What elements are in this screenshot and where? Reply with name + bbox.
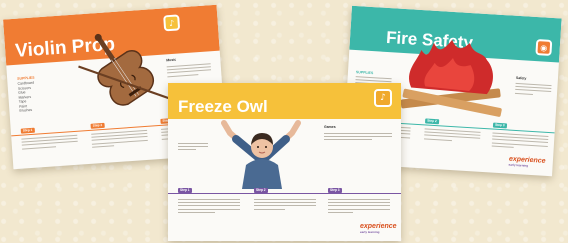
- owl-step-2: Step 2: [254, 188, 268, 193]
- violin-image: [78, 33, 170, 106]
- violin-step-1-text: [21, 134, 78, 152]
- list-item: Brushes: [19, 107, 33, 113]
- owl-brand-sub: early learning: [360, 230, 380, 234]
- freeze-owl-card: Freeze Owl ♪ Games Step 1 Step 2 Step 3 …: [168, 83, 401, 241]
- fire-supplies-heading: SUPPLIES: [355, 70, 374, 76]
- fire-prop-image: [400, 39, 502, 117]
- owl-step-1: Step 1: [178, 188, 192, 193]
- violin-step-2-text: [91, 129, 148, 150]
- owl-description: [324, 133, 392, 143]
- owl-step-1-text: [178, 199, 240, 215]
- flame-logo-icon: ◉: [535, 39, 553, 56]
- owl-logo-icon: ♪: [374, 89, 392, 107]
- fire-step-3-text: [491, 132, 549, 152]
- fire-brand-logo: experience early learning: [508, 156, 545, 169]
- fire-step-2: Step 2: [424, 118, 439, 125]
- owl-brand-name: experience: [360, 223, 397, 230]
- owl-step-2-text: [254, 199, 316, 212]
- owl-category: Games: [324, 125, 336, 129]
- fire-step-3: Step 3: [492, 122, 507, 129]
- fire-step-2-text: [424, 128, 481, 144]
- owl-step-3: Step 3: [328, 188, 342, 193]
- owl-card-title: Freeze Owl: [178, 97, 268, 116]
- fire-category: Safety: [515, 75, 527, 81]
- violin-step-2: Step 2: [90, 122, 105, 129]
- owl-brand-logo: experience early learning: [360, 223, 397, 234]
- violin-description: [166, 63, 212, 79]
- fire-description: [514, 82, 552, 98]
- violin-supplies-list: Cardboard Scissors Glue Markers Tape Pai…: [17, 81, 36, 114]
- owl-step-3-text: [328, 199, 390, 215]
- owl-supplies-list: [178, 143, 208, 153]
- violin-step-1: Step 1: [20, 127, 35, 134]
- child-photo-image: [216, 119, 306, 189]
